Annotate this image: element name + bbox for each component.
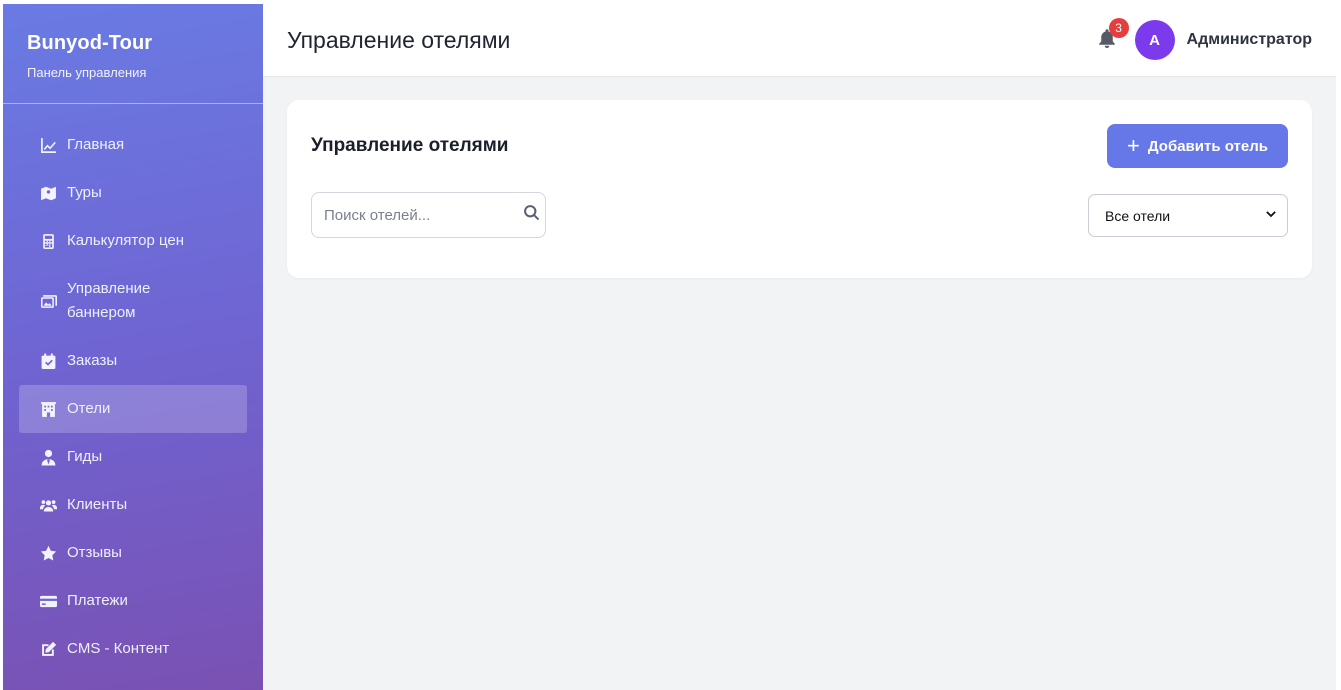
brand-subtitle: Панель управления (27, 65, 147, 80)
user-area: 3 A Администратор (1095, 18, 1312, 60)
hotels-card: Управление отелями + Добавить отель Все … (287, 100, 1312, 278)
sidebar-item-price-calculator[interactable]: Калькулятор цен (19, 217, 247, 265)
sidebar: Bunyod-Tour Панель управления Главная Ту… (3, 4, 263, 690)
sidebar-item-label: Отзывы (67, 544, 122, 561)
edit-icon (39, 640, 57, 658)
user-name[interactable]: Администратор (1187, 31, 1312, 49)
map-icon (39, 184, 57, 202)
sidebar-item-dashboard[interactable]: Главная (19, 121, 247, 169)
plus-icon: + (1127, 133, 1140, 158)
sidebar-item-orders[interactable]: Заказы (19, 337, 247, 385)
users-icon (39, 496, 57, 514)
sidebar-nav: Главная Туры Калькулятор цен Управление … (3, 104, 263, 673)
sidebar-item-guides[interactable]: Гиды (19, 433, 247, 481)
sidebar-item-label: Платежи (67, 592, 128, 609)
chart-line-icon (39, 136, 57, 154)
sidebar-item-label: CMS - Контент (67, 640, 170, 657)
card-title: Управление отелями (311, 135, 509, 156)
sidebar-item-clients[interactable]: Клиенты (19, 481, 247, 529)
sidebar-item-label: Заказы (67, 352, 118, 369)
avatar[interactable]: A (1134, 20, 1175, 60)
sidebar-item-label: Туры (67, 184, 102, 201)
sidebar-item-cms[interactable]: CMS - Контент (19, 625, 247, 673)
search-box (311, 192, 546, 238)
sidebar-item-label: Отели (67, 400, 111, 417)
notifications-button[interactable]: 3 (1095, 18, 1129, 52)
search-icon[interactable] (523, 204, 540, 226)
sidebar-item-tours[interactable]: Туры (19, 169, 247, 217)
topbar: Управление отелями 3 A Администратор (263, 4, 1336, 77)
sidebar-item-label: Калькулятор цен (67, 232, 185, 249)
sidebar-item-label: Гиды (67, 448, 103, 465)
hotel-filter-select[interactable]: Все отели (1088, 194, 1288, 237)
sidebar-item-label: Главная (67, 136, 125, 153)
credit-card-icon (39, 592, 57, 610)
add-hotel-button-label: Добавить отель (1147, 137, 1268, 155)
calendar-check-icon (39, 352, 57, 370)
main-area: Управление отелями 3 A Администратор Упр… (263, 4, 1336, 690)
sidebar-item-banner-management[interactable]: Управление баннером (19, 265, 247, 337)
user-tie-icon (39, 448, 57, 466)
sidebar-item-label: Клиенты (67, 496, 128, 513)
chevron-down-icon (1265, 208, 1277, 224)
images-icon (39, 292, 57, 310)
calculator-icon (39, 232, 57, 250)
hotel-icon (39, 400, 57, 418)
hotel-filter-value: Все отели (1105, 207, 1171, 224)
brand: Bunyod-Tour Панель управления (3, 4, 263, 104)
sidebar-item-hotels[interactable]: Отели (19, 385, 247, 433)
star-icon (39, 544, 57, 562)
add-hotel-button[interactable]: + Добавить отель (1107, 124, 1288, 168)
sidebar-item-label: Управление баннером (67, 280, 151, 321)
page-title: Управление отелями (287, 26, 511, 53)
search-input[interactable] (324, 206, 523, 224)
card-header: Управление отелями + Добавить отель (311, 124, 1288, 168)
notification-count-badge: 3 (1108, 18, 1129, 38)
sidebar-item-payments[interactable]: Платежи (19, 577, 247, 625)
sidebar-item-reviews[interactable]: Отзывы (19, 529, 247, 577)
brand-name: Bunyod-Tour (27, 32, 153, 54)
